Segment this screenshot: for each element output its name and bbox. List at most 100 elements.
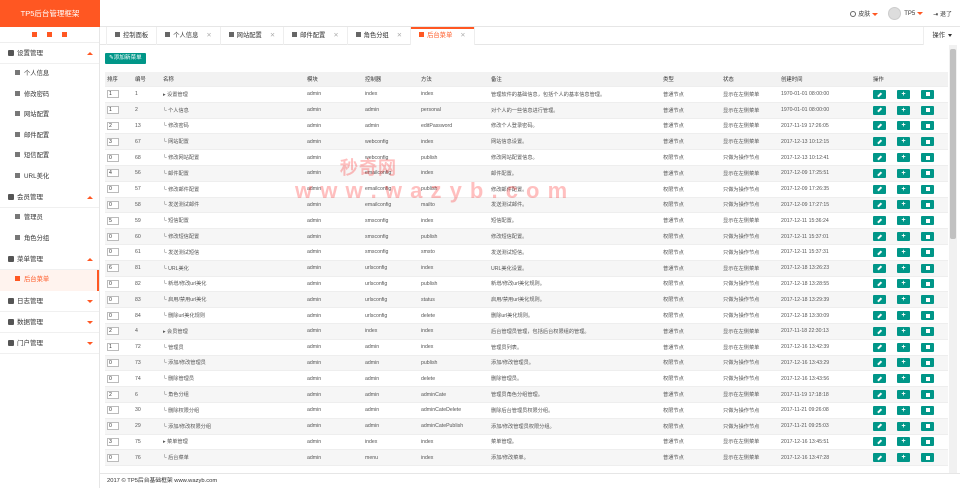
delete-button[interactable] (921, 200, 934, 210)
add-child-button[interactable]: + (897, 232, 910, 242)
add-child-button[interactable]: + (897, 390, 910, 400)
logout-button[interactable]: ⇥ 退了 (933, 9, 952, 18)
home-icon[interactable] (32, 32, 37, 37)
add-child-button[interactable]: + (897, 311, 910, 321)
tab[interactable]: 角色分组 ✕ (348, 27, 412, 45)
sidebar-item[interactable]: 邮件配置 (0, 126, 99, 147)
tab[interactable]: 邮件配置 ✕ (284, 27, 348, 45)
edit-button[interactable] (873, 153, 886, 163)
sort-input[interactable]: 0 (107, 422, 119, 431)
add-child-button[interactable]: + (897, 437, 910, 447)
tab-scroll-left[interactable] (100, 27, 107, 45)
add-child-button[interactable]: + (897, 342, 910, 352)
edit-button[interactable] (873, 453, 886, 463)
scrollbar-thumb[interactable] (950, 49, 956, 239)
edit-button[interactable] (873, 311, 886, 321)
sidebar-item[interactable]: 个人信息 (0, 64, 99, 85)
edit-button[interactable] (873, 279, 886, 289)
sort-input[interactable]: 0 (107, 279, 119, 288)
add-child-button[interactable]: + (897, 137, 910, 147)
delete-button[interactable] (921, 342, 934, 352)
edit-button[interactable] (873, 105, 886, 115)
sort-input[interactable]: 0 (107, 295, 119, 304)
edit-button[interactable] (873, 137, 886, 147)
sort-input[interactable]: 2 (107, 327, 119, 336)
trash-icon[interactable] (47, 32, 52, 37)
delete-button[interactable] (921, 232, 934, 242)
delete-button[interactable] (921, 453, 934, 463)
add-child-button[interactable]: + (897, 453, 910, 463)
sort-input[interactable]: 3 (107, 437, 119, 446)
delete-button[interactable] (921, 374, 934, 384)
delete-button[interactable] (921, 263, 934, 273)
delete-button[interactable] (921, 326, 934, 336)
add-child-button[interactable]: + (897, 263, 910, 273)
skin-menu[interactable]: 皮肤 (850, 9, 879, 18)
delete-button[interactable] (921, 153, 934, 163)
delete-button[interactable] (921, 421, 934, 431)
delete-button[interactable] (921, 311, 934, 321)
sidebar-item[interactable]: URL美化 (0, 167, 99, 188)
add-child-button[interactable]: + (897, 279, 910, 289)
delete-button[interactable] (921, 184, 934, 194)
edit-button[interactable] (873, 342, 886, 352)
close-icon[interactable]: ✕ (460, 32, 465, 39)
add-child-button[interactable]: + (897, 184, 910, 194)
edit-button[interactable] (873, 247, 886, 257)
sidebar-item[interactable]: 修改密码 (0, 85, 99, 106)
sort-input[interactable]: 0 (107, 374, 119, 383)
edit-button[interactable] (873, 358, 886, 368)
edit-button[interactable] (873, 295, 886, 305)
sort-input[interactable]: 0 (107, 453, 119, 462)
delete-button[interactable] (921, 137, 934, 147)
close-icon[interactable]: ✕ (397, 32, 402, 39)
sort-input[interactable]: 1 (107, 343, 119, 352)
delete-button[interactable] (921, 295, 934, 305)
sort-input[interactable]: 3 (107, 137, 119, 146)
sort-input[interactable]: 0 (107, 358, 119, 367)
edit-button[interactable] (873, 437, 886, 447)
user-menu[interactable]: TP5 (888, 7, 924, 20)
sidebar-group[interactable]: 设置管理 (0, 43, 99, 64)
add-child-button[interactable]: + (897, 374, 910, 384)
delete-button[interactable] (921, 121, 934, 131)
tab[interactable]: 后台菜单 ✕ (411, 27, 475, 45)
scrollbar[interactable] (949, 45, 957, 473)
sidebar-group[interactable]: 数据管理 (0, 312, 99, 333)
add-child-button[interactable]: + (897, 121, 910, 131)
delete-button[interactable] (921, 390, 934, 400)
delete-button[interactable] (921, 279, 934, 289)
edit-button[interactable] (873, 263, 886, 273)
sidebar-group[interactable]: 日志管理 (0, 291, 99, 312)
sidebar-group[interactable]: 门户管理 (0, 333, 99, 354)
sort-input[interactable]: 0 (107, 311, 119, 320)
add-child-button[interactable]: + (897, 216, 910, 226)
edit-button[interactable] (873, 421, 886, 431)
sidebar-item[interactable]: 管理员 (0, 208, 99, 229)
delete-button[interactable] (921, 437, 934, 447)
sort-input[interactable]: 1 (107, 106, 119, 115)
sort-input[interactable]: 1 (107, 90, 119, 99)
sort-input[interactable]: 0 (107, 153, 119, 162)
sidebar-group[interactable]: 菜单管理 (0, 249, 99, 270)
add-menu-button[interactable]: ✎添加新菜单 (105, 53, 146, 64)
sort-input[interactable]: 0 (107, 185, 119, 194)
edit-button[interactable] (873, 121, 886, 131)
delete-button[interactable] (921, 168, 934, 178)
add-child-button[interactable]: + (897, 247, 910, 257)
edit-button[interactable] (873, 200, 886, 210)
edit-button[interactable] (873, 89, 886, 99)
edit-button[interactable] (873, 216, 886, 226)
tab-ops-button[interactable]: 操作 (923, 27, 960, 45)
add-child-button[interactable]: + (897, 168, 910, 178)
add-child-button[interactable]: + (897, 89, 910, 99)
edit-button[interactable] (873, 390, 886, 400)
sort-input[interactable]: 0 (107, 406, 119, 415)
close-icon[interactable]: ✕ (206, 32, 211, 39)
sort-input[interactable]: 0 (107, 232, 119, 241)
add-child-button[interactable]: + (897, 200, 910, 210)
app-logo[interactable]: TP5后台管理框架 (0, 0, 100, 27)
refresh-icon[interactable] (62, 32, 67, 37)
delete-button[interactable] (921, 247, 934, 257)
edit-button[interactable] (873, 326, 886, 336)
